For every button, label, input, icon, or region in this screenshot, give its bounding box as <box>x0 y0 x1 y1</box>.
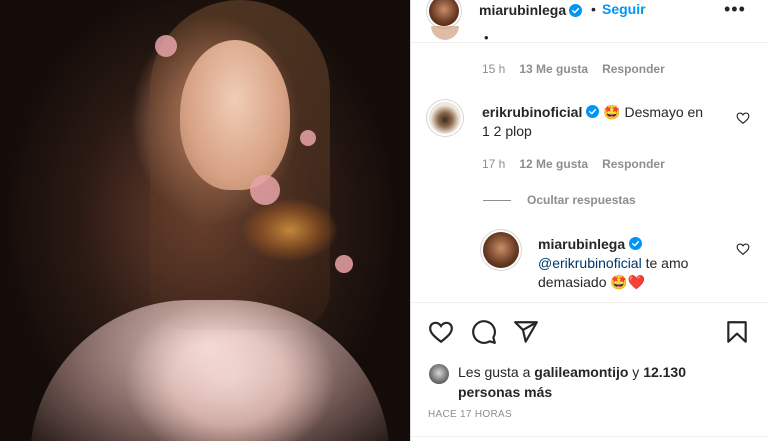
verified-icon <box>586 105 600 118</box>
like-comment-heart-icon[interactable] <box>736 111 750 125</box>
previous-comment-avatar[interactable] <box>431 26 459 40</box>
comment-meta: 17 h 12 Me gusta Responder <box>482 157 679 171</box>
photo-flower <box>155 35 177 57</box>
more-options-icon[interactable]: ••• <box>724 0 746 18</box>
author-avatar[interactable] <box>429 0 459 26</box>
photo-flower <box>300 130 316 146</box>
post-photo[interactable] <box>0 0 410 441</box>
mention-link[interactable]: @erikrubinoficial <box>538 255 642 271</box>
verified-icon <box>569 4 582 17</box>
photo-flower <box>335 255 353 273</box>
like-reply-heart-icon[interactable] <box>736 242 750 256</box>
comment-likes[interactable]: 13 Me gusta <box>519 62 588 76</box>
reply-button[interactable]: Responder <box>602 62 665 76</box>
comment-erikrubinoficial: erikrubinoficial 🤩 Desmayo en 1 2 plop <box>482 103 707 141</box>
comment-meta: 15 h 13 Me gusta Responder <box>482 62 679 76</box>
comments-panel: miarubinlega • Seguir ••• • 15 h 13 Me gu… <box>410 0 768 441</box>
verified-icon <box>629 237 643 250</box>
bookmark-icon[interactable] <box>724 319 750 345</box>
header-divider <box>411 42 768 43</box>
liker-avatar[interactable] <box>429 364 449 384</box>
reply-button[interactable]: Responder <box>602 157 665 171</box>
reply-miarubinlega: miarubinlega @erikrubinoficial te amo de… <box>538 235 718 292</box>
liker-username[interactable]: galileamontijo <box>534 364 628 380</box>
photo-flower <box>250 175 280 205</box>
heart-icon[interactable] <box>428 319 454 345</box>
commenter-username[interactable]: erikrubinoficial <box>482 104 582 120</box>
hide-replies-button[interactable]: Ocultar respuestas <box>527 193 636 207</box>
commenter-avatar[interactable] <box>429 102 461 134</box>
bottom-divider <box>411 436 768 437</box>
reply-username[interactable]: miarubinlega <box>538 236 625 252</box>
likes-prefix: Les gusta a <box>458 364 531 380</box>
comment-icon[interactable] <box>471 319 497 345</box>
reply-author-avatar[interactable] <box>483 232 519 268</box>
comment-time[interactable]: 17 h <box>482 157 505 171</box>
comment-time[interactable]: 15 h <box>482 62 505 76</box>
reply-emojis: 🤩❤️ <box>610 274 646 290</box>
share-icon[interactable] <box>513 319 539 345</box>
replies-divider-line <box>483 200 511 201</box>
photo-face <box>180 40 290 190</box>
photo-dress <box>30 300 390 441</box>
post-header: miarubinlega • Seguir ••• <box>411 0 768 28</box>
follow-button[interactable]: Seguir <box>602 1 646 17</box>
likes-conjunction: y <box>632 364 640 380</box>
author-username[interactable]: miarubinlega <box>479 2 566 18</box>
actions-divider <box>411 302 768 303</box>
post-timestamp[interactable]: HACE 17 HORAS <box>428 409 512 420</box>
star-eyes-emoji: 🤩 <box>603 104 621 120</box>
likes-summary: Les gusta a galileamontijo y 12.130 pers… <box>458 362 688 402</box>
comment-likes[interactable]: 12 Me gusta <box>519 157 588 171</box>
separator-dot: • <box>591 1 596 17</box>
